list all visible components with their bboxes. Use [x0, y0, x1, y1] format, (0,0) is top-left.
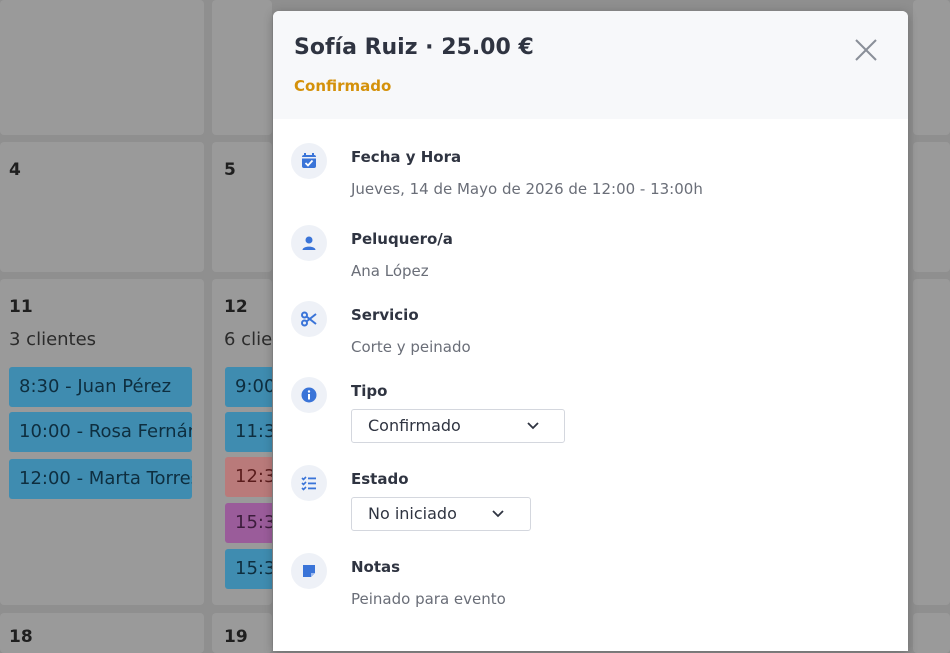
day-number: 12: [224, 297, 248, 317]
calendar-day-12[interactable]: 12 6 clientes 9:00 11:3 12:3 15:3 15:3: [212, 279, 272, 605]
user-icon: [291, 225, 327, 261]
field-value: Jueves, 14 de Mayo de 2026 de 12:00 - 13…: [351, 180, 703, 198]
type-select[interactable]: Confirmado: [351, 409, 565, 443]
field-label: Fecha y Hora: [351, 148, 462, 166]
appointment-chip[interactable]: 15:3: [225, 549, 272, 589]
appointment-chip[interactable]: 12:00 - Marta Torres: [9, 459, 192, 499]
selected-value: Confirmado: [368, 416, 461, 435]
calendar-cell[interactable]: [913, 0, 950, 135]
appointment-chip[interactable]: 10:00 - Rosa Fernández: [9, 412, 192, 452]
field-value: Corte y peinado: [351, 338, 471, 356]
field-value: Peinado para evento: [351, 590, 506, 608]
appointment-modal: Sofía Ruiz · 25.00 € Confirmado Fecha y …: [273, 11, 908, 651]
field-label: Notas: [351, 558, 401, 576]
field-label: Tipo: [351, 382, 388, 400]
modal-header: Sofía Ruiz · 25.00 € Confirmado: [273, 11, 908, 119]
appointment-chip[interactable]: 11:3: [225, 412, 272, 452]
appointment-chip[interactable]: 9:00: [225, 367, 272, 407]
calendar-cell[interactable]: [212, 0, 272, 135]
field-label: Estado: [351, 470, 409, 488]
chevron-down-icon: [492, 510, 504, 518]
modal-title: Sofía Ruiz · 25.00 €: [294, 35, 534, 60]
close-icon[interactable]: [851, 35, 881, 65]
day-number: 18: [9, 627, 33, 647]
calendar-check-icon: [291, 143, 327, 179]
chevron-down-icon: [527, 422, 539, 430]
field-label: Servicio: [351, 306, 419, 324]
appointment-chip[interactable]: 12:3: [225, 457, 272, 497]
calendar-day-5[interactable]: 5: [212, 142, 272, 272]
calendar-day-19[interactable]: 19: [212, 613, 272, 653]
scissors-icon: [291, 301, 327, 337]
field-label: Peluquero/a: [351, 230, 453, 248]
calendar-cell[interactable]: [913, 142, 950, 272]
day-number: 19: [224, 627, 248, 647]
appointment-chip[interactable]: 8:30 - Juan Pérez: [9, 367, 192, 407]
selected-value: No iniciado: [368, 504, 457, 523]
day-number: 11: [9, 297, 33, 317]
calendar-cell[interactable]: [0, 0, 204, 135]
day-number: 4: [9, 160, 21, 180]
calendar-cell[interactable]: [913, 279, 950, 605]
appointment-chip[interactable]: 15:3: [225, 503, 272, 543]
client-count: 3 clientes: [9, 329, 97, 350]
field-value: Ana López: [351, 262, 429, 280]
client-count: 6 clientes: [224, 329, 272, 350]
state-select[interactable]: No iniciado: [351, 497, 531, 531]
calendar-cell[interactable]: [913, 613, 950, 653]
calendar-day-11[interactable]: 11 3 clientes 8:30 - Juan Pérez 10:00 - …: [0, 279, 204, 605]
day-number: 5: [224, 160, 236, 180]
status-label: Confirmado: [294, 77, 392, 95]
note-icon: [291, 553, 327, 589]
calendar-day-18[interactable]: 18: [0, 613, 204, 653]
info-icon: [291, 377, 327, 413]
calendar-day-4[interactable]: 4: [0, 142, 204, 272]
checklist-icon: [291, 465, 327, 501]
